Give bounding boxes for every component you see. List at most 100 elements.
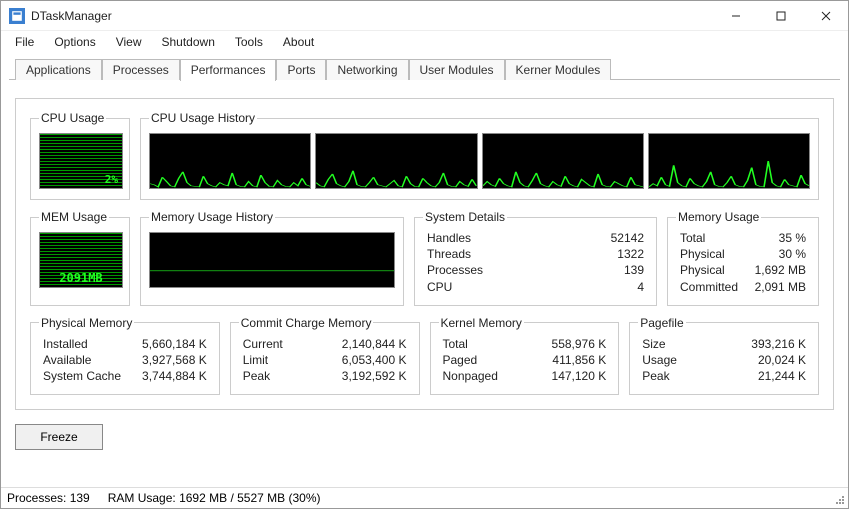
minimize-button[interactable] (713, 1, 758, 30)
stat-value: 411,856 K (506, 352, 606, 368)
memory-usage-box: Memory Usage Total 35 % Physical 30 % Physic… (667, 210, 819, 306)
tab-ports[interactable]: Ports (276, 59, 326, 80)
stat-value: 4 (491, 279, 644, 295)
stat-label: CPU (427, 279, 483, 295)
stat-value: 6,053,400 K (291, 352, 407, 368)
cpu-history-graph-1 (149, 133, 311, 189)
mem-usage-meter: 2091MB (39, 232, 123, 288)
mem-history-legend: Memory Usage History (149, 210, 275, 224)
cpu-history-box: CPU Usage History (140, 111, 819, 200)
stat-value: 52142 (491, 230, 644, 246)
cpu-history-graph-2 (315, 133, 477, 189)
tab-strip: ApplicationsProcessesPerformancesPortsNe… (1, 56, 848, 80)
cpu-history-graph-3 (482, 133, 644, 189)
cpu-history-legend: CPU Usage History (149, 111, 257, 125)
physical-memory-stats: Installed 5,660,184 K Available 3,927,568 K… (39, 336, 211, 385)
pagefile-box: Pagefile Size 393,216 K Usage 20,024 K Peak 2… (629, 316, 819, 396)
stat-label: Nonpaged (443, 368, 498, 384)
stat-label: Physical (680, 262, 738, 278)
status-bar: Processes: 139 RAM Usage: 1692 MB / 5527… (1, 487, 848, 508)
tab-performances[interactable]: Performances (180, 59, 277, 81)
menu-options[interactable]: Options (46, 33, 103, 51)
system-details-legend: System Details (423, 210, 507, 224)
stat-value: 147,120 K (506, 368, 606, 384)
physical-memory-box: Physical Memory Installed 5,660,184 K Avai… (30, 316, 220, 396)
stat-value: 2,140,844 K (291, 336, 407, 352)
window-title: DTaskManager (31, 9, 713, 23)
memory-usage-legend: Memory Usage (676, 210, 761, 224)
stat-value: 5,660,184 K (129, 336, 207, 352)
stat-label: Paged (443, 352, 498, 368)
mem-usage-value: 2091MB (40, 271, 122, 285)
mem-usage-legend: MEM Usage (39, 210, 109, 224)
stat-label: Committed (680, 279, 738, 295)
stat-value: 3,927,568 K (129, 352, 207, 368)
menu-shutdown[interactable]: Shutdown (154, 33, 223, 51)
stat-label: Handles (427, 230, 483, 246)
stat-value: 20,024 K (685, 352, 806, 368)
app-icon (9, 8, 25, 24)
menu-view[interactable]: View (108, 33, 150, 51)
mem-usage-box: MEM Usage 2091MB (30, 210, 130, 306)
stat-label: Limit (243, 352, 283, 368)
tab-processes[interactable]: Processes (102, 59, 180, 80)
memory-usage-stats: Total 35 % Physical 30 % Physical 1,692 MB Com… (676, 230, 810, 295)
cpu-usage-meter: 2% (39, 133, 123, 189)
tab-kerner-modules[interactable]: Kerner Modules (505, 59, 612, 80)
tab-user-modules[interactable]: User Modules (409, 59, 505, 80)
commit-charge-box: Commit Charge Memory Current 2,140,844 K L… (230, 316, 420, 396)
stat-label: Size (642, 336, 677, 352)
menu-about[interactable]: About (275, 33, 322, 51)
stat-value: 139 (491, 262, 644, 278)
stat-label: Peak (243, 368, 283, 384)
stat-label: Physical (680, 246, 738, 262)
pagefile-legend: Pagefile (638, 316, 685, 330)
physical-memory-legend: Physical Memory (39, 316, 134, 330)
commit-charge-stats: Current 2,140,844 K Limit 6,053,400 K Peak 3,… (239, 336, 411, 385)
menu-bar: FileOptions ViewShutdownToolsAbout (1, 31, 848, 52)
cpu-history-graph-4 (648, 133, 810, 189)
tab-networking[interactable]: Networking (326, 59, 408, 80)
pagefile-stats: Size 393,216 K Usage 20,024 K Peak 21,244 K (638, 336, 810, 385)
tab-applications[interactable]: Applications (15, 59, 102, 80)
stat-label: Available (43, 352, 121, 368)
stat-value: 558,976 K (506, 336, 606, 352)
maximize-button[interactable] (758, 1, 803, 30)
freeze-button[interactable]: Freeze (15, 424, 103, 450)
stat-value: 3,192,592 K (291, 368, 407, 384)
title-bar: DTaskManager (1, 1, 848, 31)
stat-label: Current (243, 336, 283, 352)
system-details-box: System Details Handles 52142 Threads 1322 Pr… (414, 210, 657, 306)
stat-value: 2,091 MB (746, 279, 806, 295)
kernel-memory-box: Kernel Memory Total 558,976 K Paged 411,856… (430, 316, 620, 396)
close-button[interactable] (803, 1, 848, 30)
resize-grip-icon[interactable] (832, 492, 846, 506)
cpu-usage-legend: CPU Usage (39, 111, 106, 125)
stat-value: 30 % (746, 246, 806, 262)
stat-label: Peak (642, 368, 677, 384)
cpu-usage-value: 2% (105, 173, 118, 186)
cpu-usage-box: CPU Usage 2% (30, 111, 130, 200)
status-processes: Processes: 139 (7, 491, 90, 505)
status-ram: RAM Usage: 1692 MB / 5527 MB (30%) (108, 491, 321, 505)
stat-value: 35 % (746, 230, 806, 246)
stat-label: Total (443, 336, 498, 352)
stat-value: 3,744,884 K (129, 368, 207, 384)
stat-value: 1,692 MB (746, 262, 806, 278)
stat-value: 21,244 K (685, 368, 806, 384)
system-details-stats: Handles 52142 Threads 1322 Processes 139 CPU 4 (423, 230, 648, 295)
commit-charge-legend: Commit Charge Memory (239, 316, 374, 330)
stat-label: Usage (642, 352, 677, 368)
menu-file[interactable]: File (7, 33, 42, 51)
mem-history-graph (149, 232, 395, 288)
menu-tools[interactable]: Tools (227, 33, 271, 51)
kernel-memory-legend: Kernel Memory (439, 316, 524, 330)
mem-history-box: Memory Usage History (140, 210, 404, 306)
stat-value: 393,216 K (685, 336, 806, 352)
stat-label: Threads (427, 246, 483, 262)
stat-label: Processes (427, 262, 483, 278)
stat-label: Total (680, 230, 738, 246)
stat-value: 1322 (491, 246, 644, 262)
stat-label: Installed (43, 336, 121, 352)
kernel-memory-stats: Total 558,976 K Paged 411,856 K Nonpaged 147,… (439, 336, 611, 385)
